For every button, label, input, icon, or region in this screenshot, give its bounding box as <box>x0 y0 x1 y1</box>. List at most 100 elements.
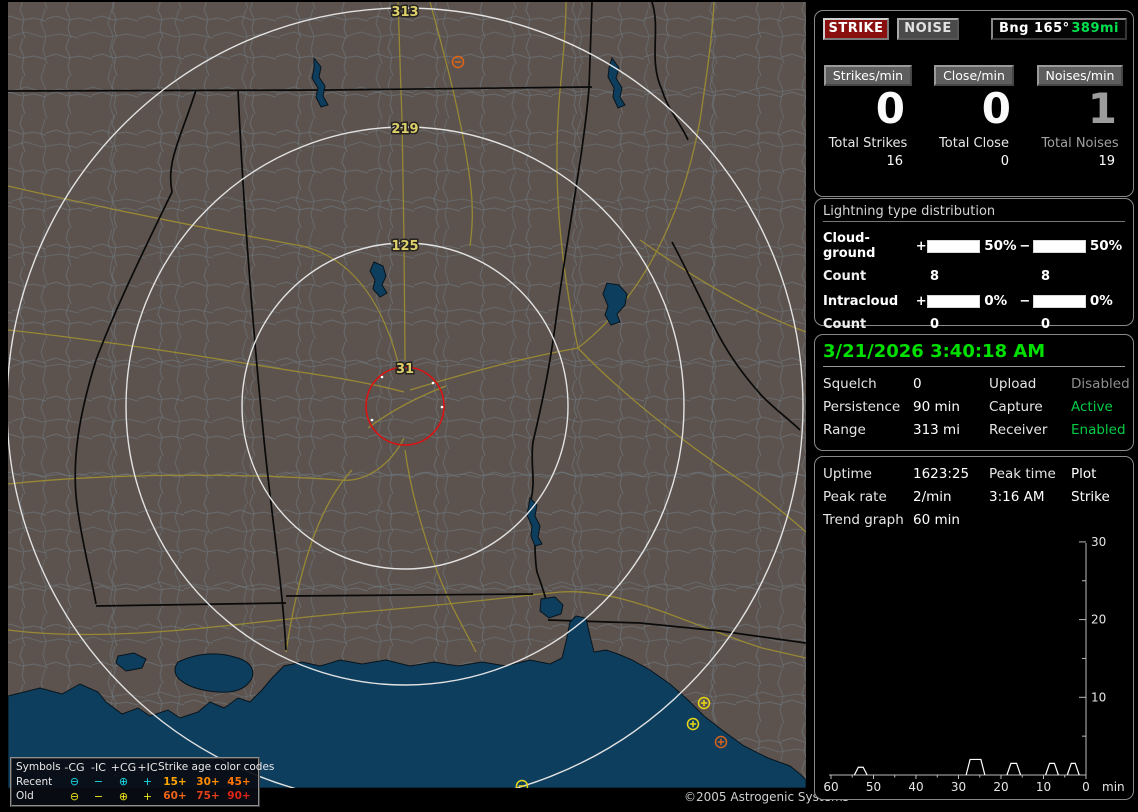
intracloud-row: Intracloud + 0% − 0% <box>823 293 1125 309</box>
bearing-label: Bng 165° <box>999 21 1070 36</box>
receiver-label: Receiver <box>989 422 1048 438</box>
uptime-label: Uptime <box>823 466 872 482</box>
bearing-distance: 389mi <box>1071 21 1119 36</box>
capture-label: Capture <box>989 399 1043 415</box>
distribution-title: Lightning type distribution <box>823 204 1125 222</box>
ic-positive-bar <box>927 294 981 308</box>
ring-label-31: 31 <box>396 362 414 377</box>
legend-col-nic: -IC <box>91 760 106 774</box>
ncg-old-icon: ⊖ <box>69 789 80 803</box>
plus-sign: + <box>915 293 927 309</box>
pcg-recent-icon: ⊕ <box>118 775 129 789</box>
ring-label-125: 125 <box>391 239 418 254</box>
count-label: Count <box>823 269 867 284</box>
uptime-value: 1623:25 <box>913 466 970 482</box>
count-label: Count <box>823 317 867 332</box>
noises-per-min-badge: Noises/min <box>1036 65 1124 86</box>
pic-recent-icon: + <box>142 775 153 789</box>
cloud-ground-row: Cloud-ground + 50% − 50% <box>823 231 1125 261</box>
legend-col-ncg: -CG <box>64 760 85 774</box>
cg-positive-count: 8 <box>930 269 940 284</box>
trend-box: Uptime 1623:25 Peak time Plot Peak rate … <box>814 456 1134 800</box>
range-label: Range <box>823 422 866 438</box>
svg-text:10: 10 <box>1036 780 1051 794</box>
upload-label: Upload <box>989 376 1037 392</box>
ic-negative-count: 0 <box>1041 317 1051 332</box>
range-value: 313 mi <box>913 422 960 438</box>
age-code-15: 15+ <box>163 775 187 788</box>
svg-text:50: 50 <box>866 780 881 794</box>
capture-status: Active <box>1071 399 1113 415</box>
age-code-75: 75+ <box>196 790 220 803</box>
svg-text:10: 10 <box>1091 690 1106 704</box>
svg-text:20: 20 <box>1091 613 1106 627</box>
pcg-old-icon: ⊕ <box>118 789 129 803</box>
trend-graph-value: 60 min <box>913 512 960 528</box>
total-strikes-value: 16 <box>886 154 903 169</box>
svg-text:40: 40 <box>908 780 923 794</box>
noises-per-min-value: 1 <box>1087 84 1117 133</box>
legend-header-age: Strike age color codes <box>158 761 275 774</box>
legend-header-symbols: Symbols <box>16 761 61 774</box>
distribution-box: Lightning type distribution Cloud-ground… <box>814 198 1134 332</box>
peak-time-value: 3:16 AM <box>989 489 1045 505</box>
map-legend: Symbols -CG -IC +CG +IC Strike age color… <box>10 757 275 807</box>
close-per-min-badge: Close/min <box>934 65 1014 86</box>
svg-text:20: 20 <box>993 780 1008 794</box>
ic-positive-pct: 0% <box>984 293 1008 309</box>
squelch-label: Squelch <box>823 376 877 392</box>
ring-label-219: 219 <box>391 122 418 137</box>
peak-time-label: Peak time <box>989 466 1056 482</box>
noise-toggle-button[interactable]: NOISE <box>897 18 959 40</box>
persistence-value: 90 min <box>913 399 960 415</box>
trend-graph: 30 20 10 60 50 40 30 20 10 0 min <box>823 537 1124 794</box>
ic-negative-bar <box>1033 294 1086 308</box>
total-close-value: 0 <box>1000 154 1009 169</box>
minus-sign: − <box>1019 293 1031 309</box>
age-code-60: 60+ <box>163 790 187 803</box>
nic-old-icon: − <box>93 789 104 803</box>
total-noises-value: 19 <box>1098 154 1115 169</box>
plus-sign: + <box>915 238 927 254</box>
plot-label: Plot <box>1071 466 1097 482</box>
ic-negative-pct: 0% <box>1089 293 1113 309</box>
age-code-45: 45+ <box>227 775 251 788</box>
intracloud-count-row: Count 0 0 <box>823 317 1125 332</box>
ring-label-313: 313 <box>391 5 418 20</box>
nic-recent-icon: − <box>93 775 104 789</box>
status-box: 3/21/2026 3:40:18 AM Squelch 0 Upload Di… <box>814 334 1134 451</box>
plot-mode-value: Strike <box>1071 489 1110 505</box>
legend-col-pic: +IC <box>137 760 158 774</box>
bearing-readout: Bng 165° 389mi <box>991 18 1127 40</box>
strikes-per-min-value: 0 <box>875 84 905 133</box>
intracloud-label: Intracloud <box>823 293 899 309</box>
cg-negative-bar <box>1033 239 1086 253</box>
counters-box: STRIKE NOISE Bng 165° 389mi Strikes/min … <box>814 10 1134 197</box>
lightning-map[interactable]: 313 219 125 31 <box>8 2 806 788</box>
upload-status: Disabled <box>1071 376 1130 392</box>
squelch-value: 0 <box>913 376 922 392</box>
total-close-label: Total Close <box>939 136 1009 151</box>
cloud-ground-label: Cloud-ground <box>823 231 876 261</box>
cg-positive-bar <box>927 239 981 253</box>
receiver-status: Enabled <box>1071 422 1126 438</box>
trend-graph-label: Trend graph <box>823 512 904 528</box>
minus-sign: − <box>1019 238 1031 254</box>
peak-rate-value: 2/min <box>913 489 952 505</box>
svg-text:30: 30 <box>1091 537 1106 549</box>
cloud-ground-count-row: Count 8 8 <box>823 269 1125 284</box>
datetime-display: 3/21/2026 3:40:18 AM <box>823 341 1125 367</box>
cg-negative-pct: 50% <box>1089 238 1123 254</box>
pic-old-icon: + <box>142 789 153 803</box>
age-code-90: 90+ <box>227 790 251 803</box>
close-per-min-value: 0 <box>981 84 1011 133</box>
svg-text:60: 60 <box>823 780 838 794</box>
legend-row-recent-label: Recent <box>16 775 53 788</box>
age-code-30: 30+ <box>196 775 220 788</box>
cg-negative-count: 8 <box>1041 269 1051 284</box>
peak-rate-label: Peak rate <box>823 489 887 505</box>
total-noises-label: Total Noises <box>1041 136 1119 151</box>
cg-positive-pct: 50% <box>984 238 1017 254</box>
svg-text:30: 30 <box>951 780 966 794</box>
strike-toggle-button[interactable]: STRIKE <box>823 18 889 40</box>
